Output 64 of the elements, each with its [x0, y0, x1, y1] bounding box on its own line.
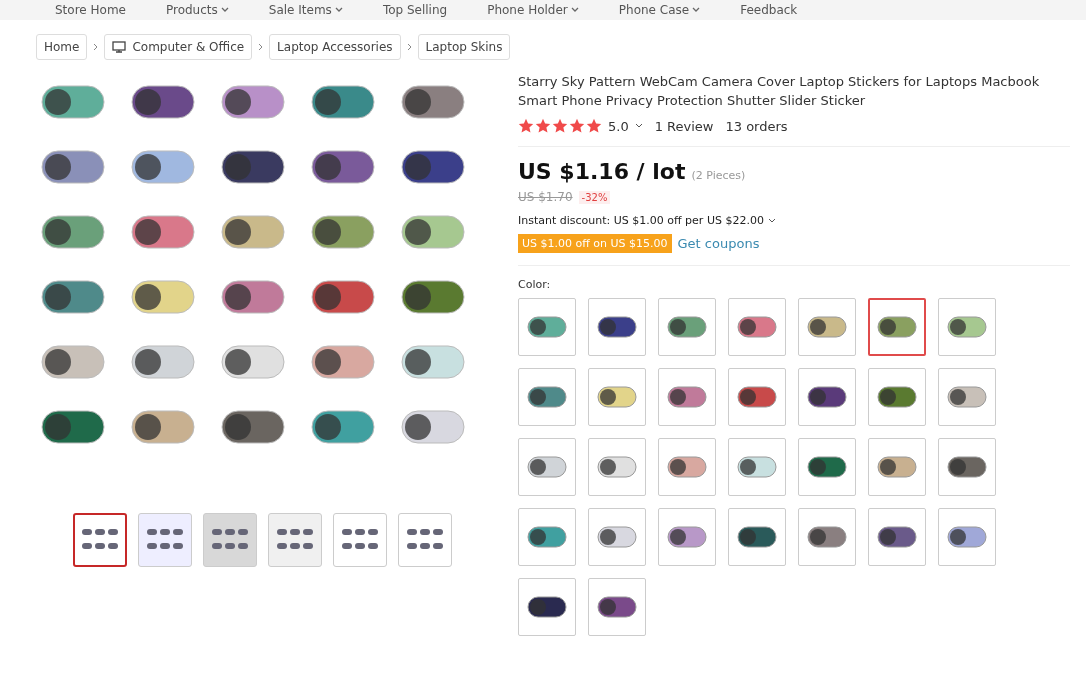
- nav-link[interactable]: Phone Case: [618, 3, 701, 17]
- color-swatch[interactable]: [588, 368, 646, 426]
- nav-link[interactable]: Sale Items: [268, 3, 343, 17]
- breadcrumb-link[interactable]: Home: [36, 34, 88, 60]
- monitor-icon: [112, 41, 127, 53]
- color-swatch[interactable]: [518, 298, 576, 356]
- color-swatch[interactable]: [728, 368, 786, 426]
- chevron-icon: [93, 43, 99, 51]
- caret-icon: [570, 7, 579, 13]
- chevron-icon: [258, 43, 264, 51]
- get-coupons-link[interactable]: Get coupons: [677, 236, 760, 251]
- caret-icon: [692, 7, 701, 13]
- color-swatch[interactable]: [728, 508, 786, 566]
- color-swatch[interactable]: [518, 508, 576, 566]
- color-swatch[interactable]: [588, 438, 646, 496]
- color-swatch[interactable]: [868, 508, 926, 566]
- color-swatch[interactable]: [938, 508, 996, 566]
- original-price: US $1.70: [518, 190, 573, 204]
- orders-count: 13 orders: [725, 118, 788, 134]
- color-swatch[interactable]: [938, 438, 996, 496]
- color-swatch[interactable]: [728, 438, 786, 496]
- color-swatch[interactable]: [868, 368, 926, 426]
- color-swatch[interactable]: [938, 368, 996, 426]
- nav-link[interactable]: Products: [165, 3, 229, 17]
- nav-link[interactable]: Feedback: [740, 3, 798, 17]
- color-swatch[interactable]: [868, 438, 926, 496]
- color-swatch[interactable]: [658, 508, 716, 566]
- nav-link[interactable]: Top Selling: [382, 3, 448, 17]
- nav-link[interactable]: Phone Holder: [487, 3, 579, 17]
- breadcrumb-link[interactable]: Computer & Office: [104, 34, 253, 60]
- pieces-note: (2 Pieces): [691, 169, 746, 182]
- price: US $1.16 / lot: [518, 159, 686, 184]
- color-swatch[interactable]: [518, 578, 576, 636]
- color-swatch[interactable]: [728, 298, 786, 356]
- color-swatch[interactable]: [588, 578, 646, 636]
- instant-discount-text[interactable]: Instant discount: US $1.00 off per US $22.00: [518, 214, 764, 227]
- rating-value[interactable]: 5.0: [608, 118, 629, 134]
- color-swatch[interactable]: [868, 298, 926, 356]
- discount-badge: -32%: [578, 190, 611, 204]
- chevron-down-icon: [634, 123, 643, 129]
- color-swatch[interactable]: [938, 298, 996, 356]
- color-swatch[interactable]: [658, 298, 716, 356]
- reviews-link[interactable]: 1 Review: [654, 118, 714, 134]
- caret-icon: [220, 7, 229, 13]
- color-swatch[interactable]: [658, 438, 716, 496]
- breadcrumb-link[interactable]: Laptop Skins: [417, 34, 511, 60]
- product-title: Starry Sky Pattern WebCam Camera Cover Laptop Stickers for Laptops Macbook Smart Phone Privacy Protection Shutter Slider Sticker: [518, 73, 1041, 110]
- color-swatch[interactable]: [588, 508, 646, 566]
- chevron-down-icon: [767, 217, 776, 224]
- color-swatch[interactable]: [588, 298, 646, 356]
- color-swatch[interactable]: [518, 368, 576, 426]
- thumbnail[interactable]: [72, 513, 127, 567]
- color-swatch[interactable]: [798, 368, 856, 426]
- caret-icon: [334, 7, 343, 13]
- color-swatch[interactable]: [518, 438, 576, 496]
- color-swatch[interactable]: [798, 508, 856, 566]
- nav-link[interactable]: Store Home: [55, 3, 126, 17]
- chevron-icon: [406, 43, 412, 51]
- breadcrumb-link[interactable]: Laptop Accessories: [269, 34, 401, 60]
- color-swatch[interactable]: [798, 298, 856, 356]
- coupon-tag: US $1.00 off on US $15.00: [518, 234, 672, 253]
- color-label: Color:: [518, 278, 552, 291]
- color-swatch[interactable]: [658, 368, 716, 426]
- color-swatch[interactable]: [798, 438, 856, 496]
